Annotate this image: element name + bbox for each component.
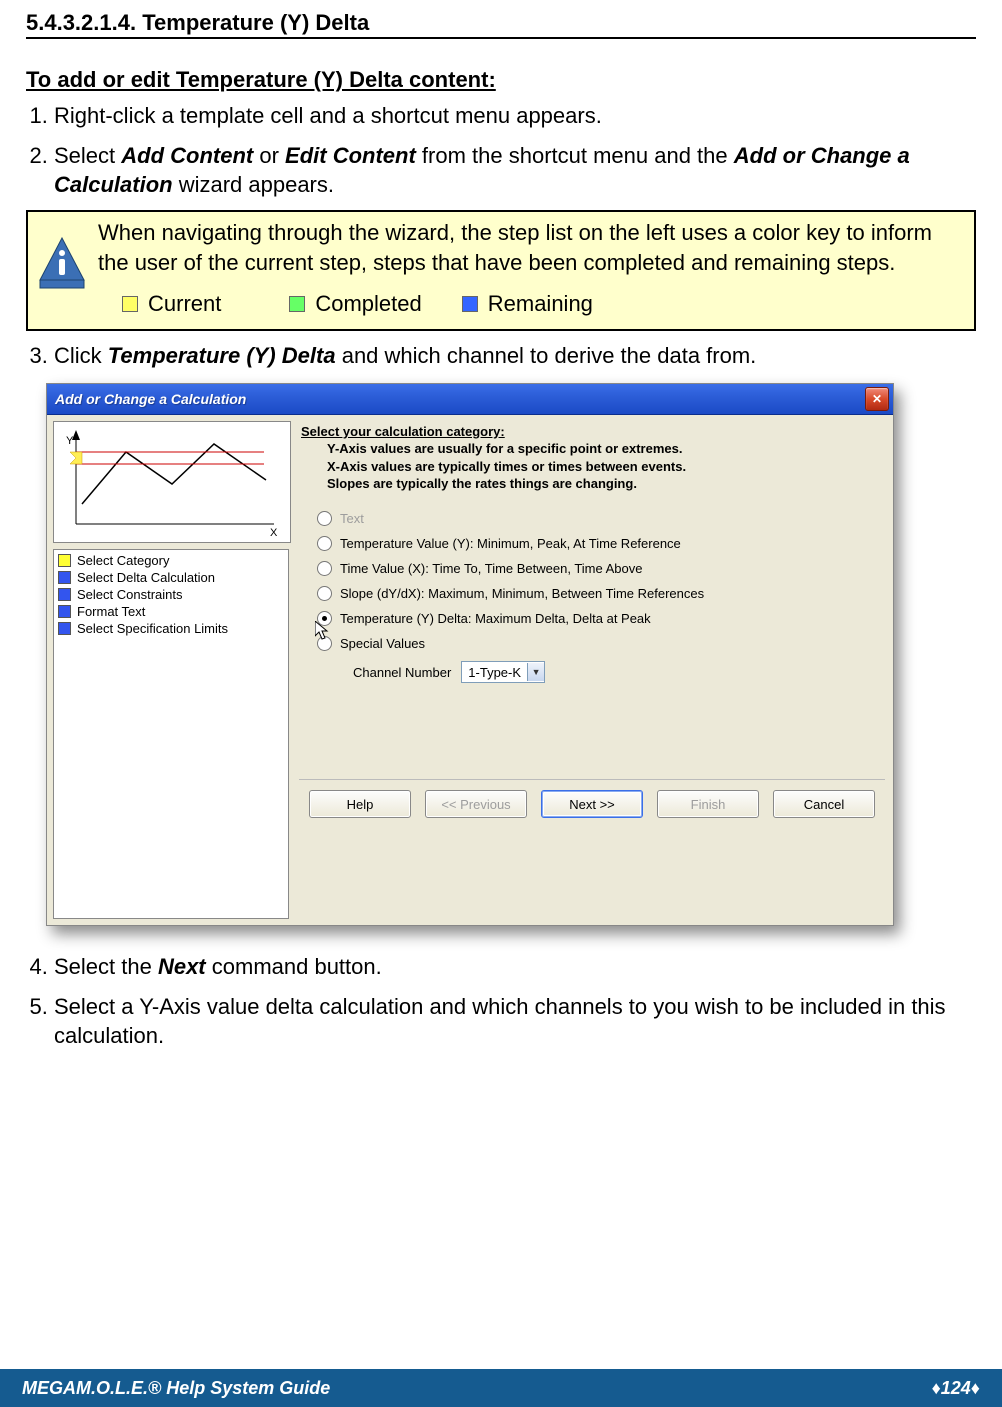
step-2: Select Add Content or Edit Content from … (54, 141, 976, 200)
section-number: 5.4.3.2.1.4. (26, 10, 136, 35)
step-list-outer-cont2: Select the Next command button. Select a… (54, 952, 976, 1051)
step-swatch (58, 622, 71, 635)
info-text-block: When navigating through the wizard, the … (98, 218, 966, 319)
legend-remaining-swatch (462, 296, 478, 312)
radio-label: Text (340, 511, 364, 526)
list-item[interactable]: Select Constraints (56, 586, 286, 603)
next-button[interactable]: Next >> (541, 790, 643, 818)
button-bar: Help << Previous Next >> Finish Cancel (299, 779, 885, 830)
step-label: Select Constraints (77, 587, 183, 602)
radio-label: Temperature (Y) Delta: Maximum Delta, De… (340, 611, 651, 626)
dialog-titlebar[interactable]: Add or Change a Calculation ✕ (47, 384, 893, 415)
step-swatch (58, 588, 71, 601)
svg-text:Y: Y (66, 435, 74, 447)
radio-temp-delta[interactable]: Temperature (Y) Delta: Maximum Delta, De… (317, 611, 885, 626)
list-item[interactable]: Select Specification Limits (56, 620, 286, 637)
previous-button: << Previous (425, 790, 527, 818)
step-3-a: Click (54, 343, 108, 368)
finish-button: Finish (657, 790, 759, 818)
cat-line-1: Select your calculation category: (301, 424, 505, 439)
footer-title: MEGAM.O.L.E.® Help System Guide (22, 1378, 330, 1399)
radio-time-value[interactable]: Time Value (X): Time To, Time Between, T… (317, 561, 885, 576)
legend-current-label: Current (148, 289, 221, 319)
channel-value: 1-Type-K (462, 665, 527, 680)
category-heading: Select your calculation category: Y-Axis… (301, 423, 885, 493)
section-header: 5.4.3.2.1.4. Temperature (Y) Delta (26, 10, 976, 39)
radio-label: Time Value (X): Time To, Time Between, T… (340, 561, 643, 576)
help-button[interactable]: Help (309, 790, 411, 818)
dialog-title: Add or Change a Calculation (55, 391, 246, 407)
info-text: When navigating through the wizard, the … (98, 218, 966, 277)
step-swatch (58, 571, 71, 584)
close-icon[interactable]: ✕ (865, 387, 889, 411)
step-2-text-b: from the shortcut menu and the (416, 143, 734, 168)
radio-special[interactable]: Special Values (317, 636, 885, 651)
list-item[interactable]: Format Text (56, 603, 286, 620)
radio-label: Slope (dY/dX): Maximum, Minimum, Between… (340, 586, 704, 601)
wizard-step-list[interactable]: Select Category Select Delta Calculation… (53, 549, 289, 919)
step-2-text-a: Select (54, 143, 121, 168)
legend-current-swatch (122, 296, 138, 312)
legend-completed-swatch (289, 296, 305, 312)
step-5: Select a Y-Axis value delta calculation … (54, 992, 976, 1051)
step-3-c: and which channel to derive the data fro… (336, 343, 757, 368)
cursor-arrow-icon (315, 621, 331, 641)
radio-icon (317, 561, 332, 576)
add-content-term: Add Content (121, 143, 253, 168)
footer-mega: MEGA (22, 1378, 76, 1398)
step-1-text: Right-click a template cell and a shortc… (54, 103, 602, 128)
legend-remaining-label: Remaining (488, 289, 593, 319)
legend-row: Current Completed Remaining (98, 289, 966, 319)
step-swatch (58, 554, 71, 567)
page-footer: MEGAM.O.L.E.® Help System Guide ♦124♦ (0, 1369, 1002, 1407)
channel-label: Channel Number (353, 665, 451, 680)
next-term: Next (158, 954, 206, 979)
dialog-window: Add or Change a Calculation ✕ Y X (46, 383, 894, 926)
step-label: Select Category (77, 553, 170, 568)
cancel-button[interactable]: Cancel (773, 790, 875, 818)
step-4: Select the Next command button. (54, 952, 976, 982)
radio-label: Special Values (340, 636, 425, 651)
step-swatch (58, 605, 71, 618)
preview-graphic: Y X (53, 421, 291, 543)
step-2-or: or (253, 143, 285, 168)
footer-rest: M.O.L.E.® Help System Guide (76, 1378, 330, 1398)
temp-delta-term: Temperature (Y) Delta (108, 343, 336, 368)
radio-slope[interactable]: Slope (dY/dX): Maximum, Minimum, Between… (317, 586, 885, 601)
step-3: Click Temperature (Y) Delta and which ch… (54, 341, 976, 371)
intro-heading: To add or edit Temperature (Y) Delta con… (26, 67, 976, 93)
section-title: 5.4.3.2.1.4. Temperature (Y) Delta (26, 10, 976, 36)
channel-select[interactable]: 1-Type-K ▼ (461, 661, 545, 683)
cat-line-3: X-Axis values are typically times or tim… (301, 458, 885, 476)
edit-content-term: Edit Content (285, 143, 416, 168)
radio-text: Text (317, 511, 885, 526)
step-label: Select Delta Calculation (77, 570, 215, 585)
list-item[interactable]: Select Category (56, 552, 286, 569)
chevron-down-icon[interactable]: ▼ (527, 663, 544, 681)
radio-temp-value[interactable]: Temperature Value (Y): Minimum, Peak, At… (317, 536, 885, 551)
svg-text:X: X (270, 527, 278, 539)
cat-line-4: Slopes are typically the rates things ar… (301, 475, 885, 493)
footer-page: ♦124♦ (932, 1378, 980, 1399)
radio-icon (317, 536, 332, 551)
section-name: Temperature (Y) Delta (142, 10, 369, 35)
step-label: Format Text (77, 604, 145, 619)
step-2-text-c: wizard appears. (173, 172, 334, 197)
radio-icon (317, 586, 332, 601)
radio-label: Temperature Value (Y): Minimum, Peak, At… (340, 536, 681, 551)
step-1: Right-click a template cell and a shortc… (54, 101, 976, 131)
channel-row: Channel Number 1-Type-K ▼ (353, 661, 885, 683)
cat-line-2: Y-Axis values are usually for a specific… (301, 440, 885, 458)
info-icon (38, 236, 86, 292)
step-label: Select Specification Limits (77, 621, 228, 636)
step-list-outer: Right-click a template cell and a shortc… (54, 101, 976, 200)
step-list-outer-cont: Click Temperature (Y) Delta and which ch… (54, 341, 976, 371)
radio-icon (317, 511, 332, 526)
step-4-c: command button. (206, 954, 382, 979)
list-item[interactable]: Select Delta Calculation (56, 569, 286, 586)
step-4-a: Select the (54, 954, 158, 979)
legend-completed-label: Completed (315, 289, 421, 319)
info-callout: When navigating through the wizard, the … (26, 210, 976, 331)
step-5-text: Select a Y-Axis value delta calculation … (54, 994, 946, 1049)
